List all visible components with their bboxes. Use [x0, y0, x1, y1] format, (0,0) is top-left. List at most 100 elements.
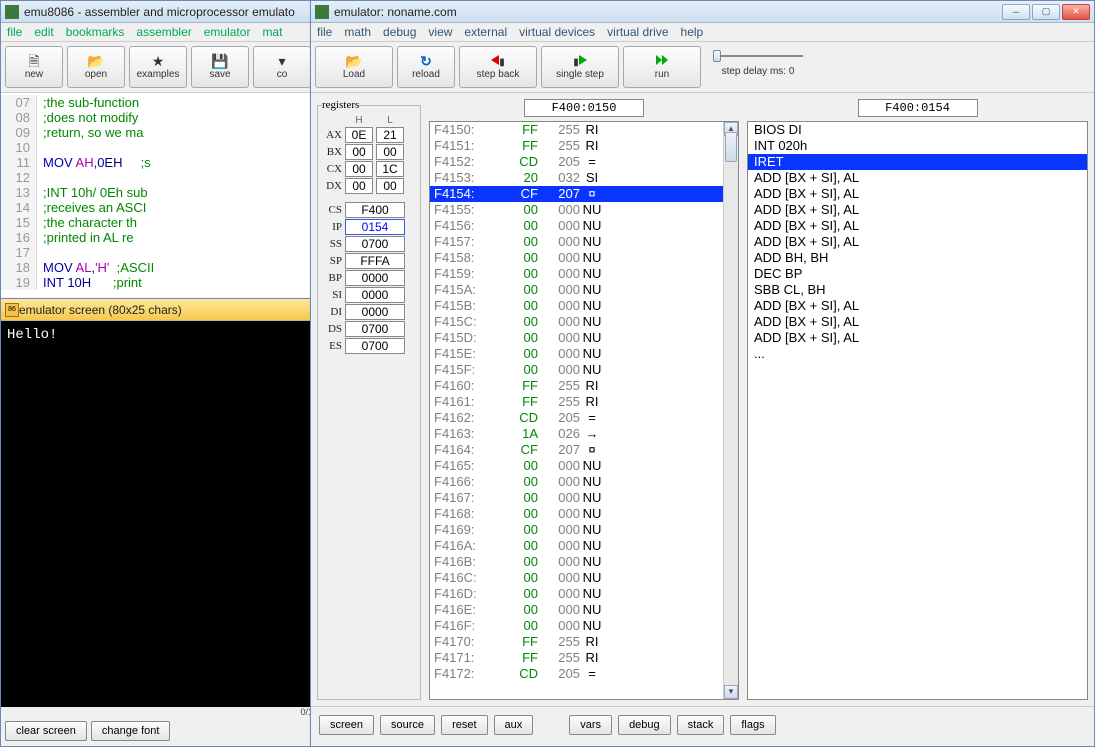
mem-row[interactable]: F4164:CF207¤ [430, 442, 738, 458]
code-line[interactable]: 17 [1, 245, 339, 260]
menu-virtual-devices[interactable]: virtual devices [519, 25, 595, 39]
reg-CX-h[interactable]: 00 [345, 161, 373, 177]
mem-row[interactable]: F4156:00000NU [430, 218, 738, 234]
menu-edit[interactable]: edit [34, 25, 53, 39]
reg-DX-h[interactable]: 00 [345, 178, 373, 194]
mem-row[interactable]: F4170:FF255RI [430, 634, 738, 650]
mem-row[interactable]: F416B:00000NU [430, 554, 738, 570]
reg-BX-h[interactable]: 00 [345, 144, 373, 160]
source-button[interactable]: source [380, 715, 435, 735]
menu-file[interactable]: file [7, 25, 22, 39]
code-line[interactable]: 19INT 10H ;print [1, 275, 339, 290]
emu-screen-titlebar[interactable]: 86 emulator screen (80x25 chars) [1, 299, 324, 321]
mem-row[interactable]: F4166:00000NU [430, 474, 738, 490]
mem-row[interactable]: F4165:00000NU [430, 458, 738, 474]
menu-assembler[interactable]: assembler [136, 25, 191, 39]
open-button[interactable]: 📂open [67, 46, 125, 88]
menu-bookmarks[interactable]: bookmarks [66, 25, 125, 39]
screen-button[interactable]: screen [319, 715, 374, 735]
code-line[interactable]: 08;does not modify [1, 110, 339, 125]
scroll-thumb[interactable] [725, 132, 737, 162]
mem-row[interactable]: F415A:00000NU [430, 282, 738, 298]
disasm-row[interactable]: ... [748, 346, 1087, 362]
co-button[interactable]: ▾co [253, 46, 311, 88]
new-button[interactable]: 🗎new [5, 46, 63, 88]
mem-row[interactable]: F4162:CD205= [430, 410, 738, 426]
minimize-button[interactable]: ─ [1002, 4, 1030, 20]
mem-row[interactable]: F4158:00000NU [430, 250, 738, 266]
reg-SI-value[interactable]: 0000 [345, 287, 405, 303]
disasm-list[interactable]: BIOS DIINT 020hIRETADD [BX + SI], ALADD … [747, 121, 1088, 700]
mem-row[interactable]: F416C:00000NU [430, 570, 738, 586]
reg-BP-value[interactable]: 0000 [345, 270, 405, 286]
save-button[interactable]: 💾save [191, 46, 249, 88]
mem-row[interactable]: F4168:00000NU [430, 506, 738, 522]
mem-row[interactable]: F4152:CD205= [430, 154, 738, 170]
memory-list[interactable]: F4150:FF255RIF4151:FF255RIF4152:CD205= F4… [429, 121, 739, 700]
reg-CS-value[interactable]: F400 [345, 202, 405, 218]
change-font-button[interactable]: change font [91, 721, 171, 741]
mem-row[interactable]: F4167:00000NU [430, 490, 738, 506]
menu-view[interactable]: view [428, 25, 452, 39]
reg-AX-l[interactable]: 21 [376, 127, 404, 143]
mem-row[interactable]: F4172:CD205= [430, 666, 738, 682]
examples-button[interactable]: ★examples [129, 46, 187, 88]
aux-button[interactable]: aux [494, 715, 534, 735]
reset-button[interactable]: reset [441, 715, 487, 735]
reload-button[interactable]: ↻reload [397, 46, 455, 88]
emulator-titlebar[interactable]: emulator: noname.com ─ ▢ ✕ [311, 1, 1094, 23]
mem-row[interactable]: F416E:00000NU [430, 602, 738, 618]
mem-row[interactable]: F4150:FF255RI [430, 122, 738, 138]
menu-mat[interactable]: mat [262, 25, 282, 39]
load-button[interactable]: 📂Load [315, 46, 393, 88]
mem-row[interactable]: F4160:FF255RI [430, 378, 738, 394]
menu-math[interactable]: math [344, 25, 371, 39]
code-line[interactable]: 16;printed in AL re [1, 230, 339, 245]
run-button[interactable]: run [623, 46, 701, 88]
reg-ES-value[interactable]: 0700 [345, 338, 405, 354]
mem-row[interactable]: F415F:00000NU [430, 362, 738, 378]
code-line[interactable]: 10 [1, 140, 339, 155]
disasm-row[interactable]: IRET [748, 154, 1087, 170]
reg-SP-value[interactable]: FFFA [345, 253, 405, 269]
mem-row[interactable]: F415D:00000NU [430, 330, 738, 346]
mem-row[interactable]: F4157:00000NU [430, 234, 738, 250]
disasm-row[interactable]: DEC BP [748, 266, 1087, 282]
disasm-row[interactable]: INT 020h [748, 138, 1087, 154]
mem-row[interactable]: F415E:00000NU [430, 346, 738, 362]
disasm-row[interactable]: SBB CL, BH [748, 282, 1087, 298]
scroll-down-icon[interactable]: ▼ [724, 685, 738, 699]
mem-row[interactable]: F4159:00000NU [430, 266, 738, 282]
disasm-row[interactable]: ADD [BX + SI], AL [748, 330, 1087, 346]
reg-DI-value[interactable]: 0000 [345, 304, 405, 320]
menu-emulator[interactable]: emulator [204, 25, 251, 39]
disasm-row[interactable]: ADD [BX + SI], AL [748, 218, 1087, 234]
reg-AX-h[interactable]: 0E [345, 127, 373, 143]
code-line[interactable]: 18MOV AL,'H' ;ASCII [1, 260, 339, 275]
vars-button[interactable]: vars [569, 715, 612, 735]
code-line[interactable]: 14;receives an ASCI [1, 200, 339, 215]
maximize-button[interactable]: ▢ [1032, 4, 1060, 20]
menu-help[interactable]: help [681, 25, 704, 39]
code-line[interactable]: 15;the character th [1, 215, 339, 230]
close-button[interactable]: ✕ [1062, 4, 1090, 20]
menu-external[interactable]: external [464, 25, 507, 39]
mem-row[interactable]: F416D:00000NU [430, 586, 738, 602]
code-line[interactable]: 11MOV AH,0EH ;s [1, 155, 339, 170]
code-editor[interactable]: 07;the sub-function08;does not modify 09… [1, 93, 339, 298]
mem-row[interactable]: F4169:00000NU [430, 522, 738, 538]
code-line[interactable]: 13;INT 10h/ 0Eh sub [1, 185, 339, 200]
disasm-row[interactable]: ADD [BX + SI], AL [748, 314, 1087, 330]
mem-row[interactable]: F4151:FF255RI [430, 138, 738, 154]
reg-BX-l[interactable]: 00 [376, 144, 404, 160]
reg-SS-value[interactable]: 0700 [345, 236, 405, 252]
mem-row[interactable]: F4161:FF255RI [430, 394, 738, 410]
step-back-button[interactable]: ▮step back [459, 46, 537, 88]
disasm-row[interactable]: BIOS DI [748, 122, 1087, 138]
code-line[interactable]: 12 [1, 170, 339, 185]
mem-row[interactable]: F4154:CF207¤ [430, 186, 738, 202]
code-line[interactable]: 09;return, so we ma [1, 125, 339, 140]
stack-button[interactable]: stack [677, 715, 725, 735]
editor-titlebar[interactable]: emu8086 - assembler and microprocessor e… [1, 1, 339, 23]
flags-button[interactable]: flags [730, 715, 775, 735]
